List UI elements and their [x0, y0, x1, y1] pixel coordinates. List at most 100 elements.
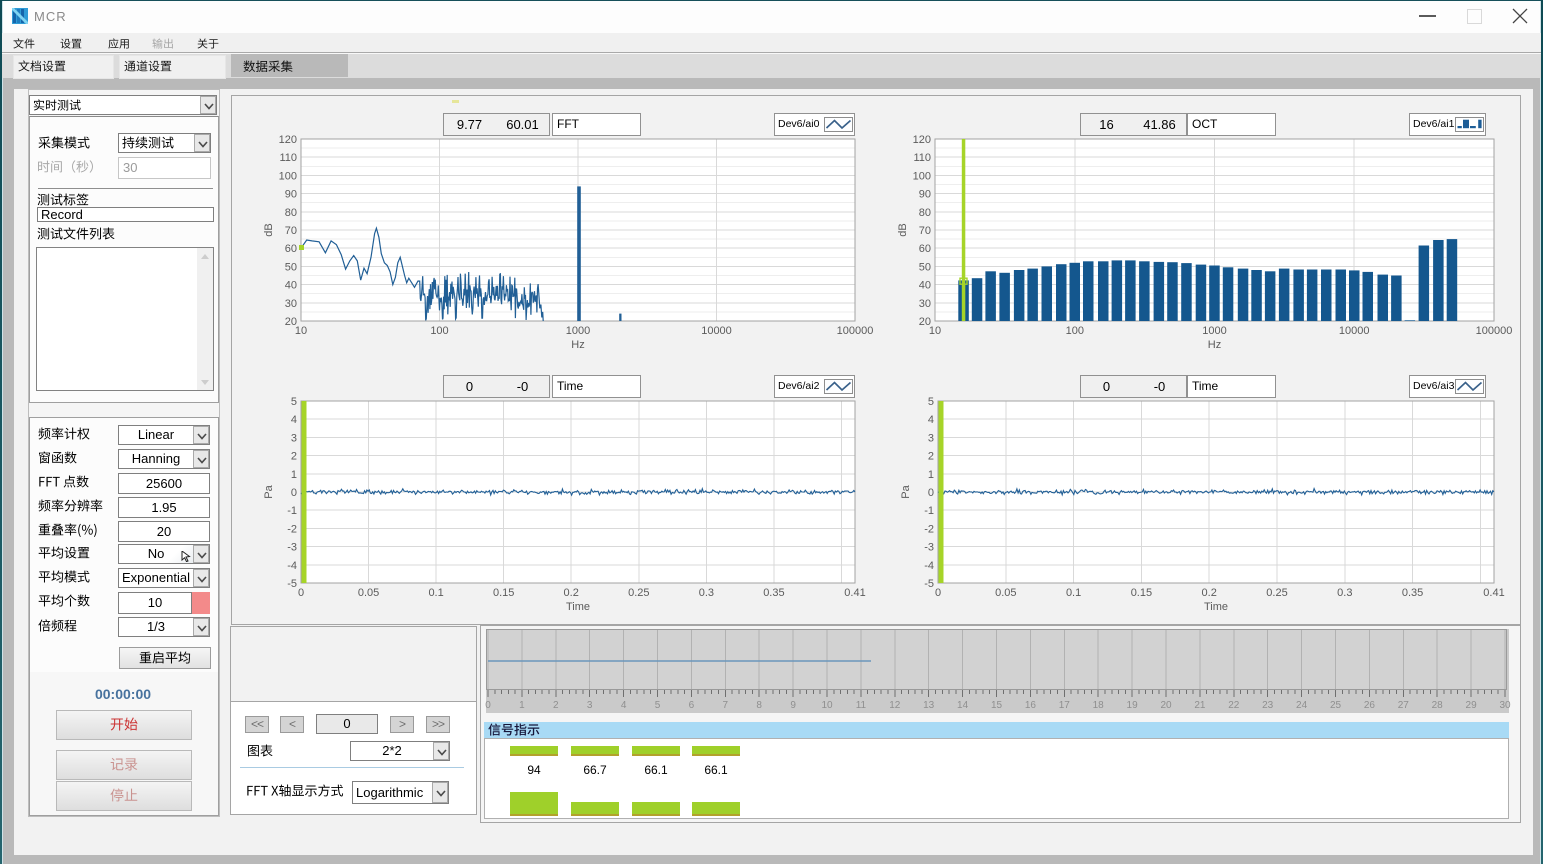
svg-text:60: 60 [919, 243, 931, 255]
svg-text:1000: 1000 [1202, 325, 1226, 337]
svg-text:10: 10 [821, 700, 833, 711]
svg-text:6: 6 [689, 700, 695, 711]
svg-text:15: 15 [991, 700, 1003, 711]
svg-text:0.1: 0.1 [1066, 587, 1081, 599]
svg-text:-5: -5 [287, 578, 297, 590]
svg-text:12: 12 [889, 700, 901, 711]
svg-text:7: 7 [723, 700, 729, 711]
svg-text:10000: 10000 [701, 325, 732, 337]
svg-text:5: 5 [291, 396, 297, 408]
svg-text:40: 40 [919, 280, 931, 292]
svg-text:4: 4 [621, 700, 627, 711]
svg-text:50: 50 [919, 261, 931, 273]
svg-text:-3: -3 [924, 542, 934, 554]
svg-text:29: 29 [1466, 700, 1478, 711]
svg-text:0: 0 [928, 487, 934, 499]
svg-text:70: 70 [285, 225, 297, 237]
svg-text:10000: 10000 [1339, 325, 1370, 337]
svg-text:0.3: 0.3 [1337, 587, 1352, 599]
svg-text:100: 100 [913, 170, 931, 182]
svg-text:-1: -1 [924, 505, 934, 517]
svg-text:0: 0 [935, 587, 941, 599]
svg-text:0.05: 0.05 [358, 587, 379, 599]
svg-text:100: 100 [279, 170, 297, 182]
svg-text:5: 5 [928, 396, 934, 408]
svg-text:90: 90 [919, 189, 931, 201]
svg-text:27: 27 [1398, 700, 1410, 711]
svg-text:0: 0 [485, 700, 491, 711]
svg-text:0: 0 [298, 587, 304, 599]
svg-text:2: 2 [291, 451, 297, 463]
svg-text:-1: -1 [287, 505, 297, 517]
svg-text:1: 1 [519, 700, 525, 711]
svg-text:21: 21 [1194, 700, 1206, 711]
svg-text:28: 28 [1432, 700, 1444, 711]
svg-text:1: 1 [928, 469, 934, 481]
svg-text:60: 60 [285, 243, 297, 255]
svg-text:30: 30 [285, 298, 297, 310]
svg-text:100: 100 [1066, 325, 1084, 337]
svg-text:40: 40 [285, 280, 297, 292]
svg-text:30: 30 [919, 298, 931, 310]
svg-text:13: 13 [923, 700, 935, 711]
svg-text:120: 120 [279, 134, 297, 146]
svg-text:8: 8 [756, 700, 762, 711]
svg-text:24: 24 [1296, 700, 1308, 711]
svg-text:-2: -2 [924, 523, 934, 535]
svg-text:0.05: 0.05 [995, 587, 1016, 599]
svg-text:30: 30 [1499, 700, 1511, 711]
svg-text:19: 19 [1127, 700, 1139, 711]
svg-text:11: 11 [856, 700, 867, 711]
svg-text:0.25: 0.25 [1266, 587, 1287, 599]
svg-text:17: 17 [1059, 700, 1071, 711]
svg-text:0: 0 [291, 487, 297, 499]
svg-text:26: 26 [1364, 700, 1376, 711]
svg-text:100: 100 [430, 325, 448, 337]
svg-text:4: 4 [928, 414, 934, 426]
svg-text:70: 70 [919, 225, 931, 237]
svg-text:0.2: 0.2 [564, 587, 579, 599]
svg-text:23: 23 [1262, 700, 1274, 711]
svg-text:1000: 1000 [566, 325, 590, 337]
svg-text:3: 3 [928, 432, 934, 444]
svg-text:dB: dB [897, 223, 909, 236]
svg-text:110: 110 [913, 152, 931, 164]
svg-text:0.3: 0.3 [699, 587, 714, 599]
svg-text:0.1: 0.1 [428, 587, 443, 599]
svg-text:0.2: 0.2 [1202, 587, 1217, 599]
svg-text:0.15: 0.15 [1131, 587, 1152, 599]
svg-text:Pa: Pa [900, 484, 912, 498]
svg-text:120: 120 [913, 134, 931, 146]
svg-text:0.35: 0.35 [1402, 587, 1423, 599]
svg-text:9: 9 [790, 700, 796, 711]
svg-text:1: 1 [291, 469, 297, 481]
svg-text:0.15: 0.15 [493, 587, 514, 599]
svg-text:-5: -5 [924, 578, 934, 590]
svg-text:110: 110 [279, 152, 297, 164]
svg-text:80: 80 [285, 207, 297, 219]
svg-text:20: 20 [1160, 700, 1172, 711]
svg-text:100000: 100000 [837, 325, 874, 337]
svg-text:25: 25 [1330, 700, 1342, 711]
svg-text:50: 50 [285, 261, 297, 273]
svg-text:0.41: 0.41 [844, 587, 865, 599]
svg-text:0.35: 0.35 [763, 587, 784, 599]
svg-text:0.41: 0.41 [1483, 587, 1504, 599]
svg-text:80: 80 [919, 207, 931, 219]
svg-text:22: 22 [1228, 700, 1240, 711]
svg-text:-4: -4 [924, 560, 934, 572]
svg-text:2: 2 [553, 700, 559, 711]
svg-text:3: 3 [587, 700, 593, 711]
svg-text:90: 90 [285, 189, 297, 201]
svg-text:100000: 100000 [1476, 325, 1513, 337]
svg-text:-2: -2 [287, 523, 297, 535]
svg-text:18: 18 [1093, 700, 1105, 711]
svg-text:5: 5 [655, 700, 661, 711]
svg-text:Hz: Hz [571, 339, 584, 351]
svg-text:16: 16 [1025, 700, 1037, 711]
svg-text:-3: -3 [287, 542, 297, 554]
svg-text:Pa: Pa [263, 484, 275, 498]
svg-text:10: 10 [929, 325, 941, 337]
svg-text:4: 4 [291, 414, 297, 426]
svg-text:Hz: Hz [1208, 339, 1221, 351]
